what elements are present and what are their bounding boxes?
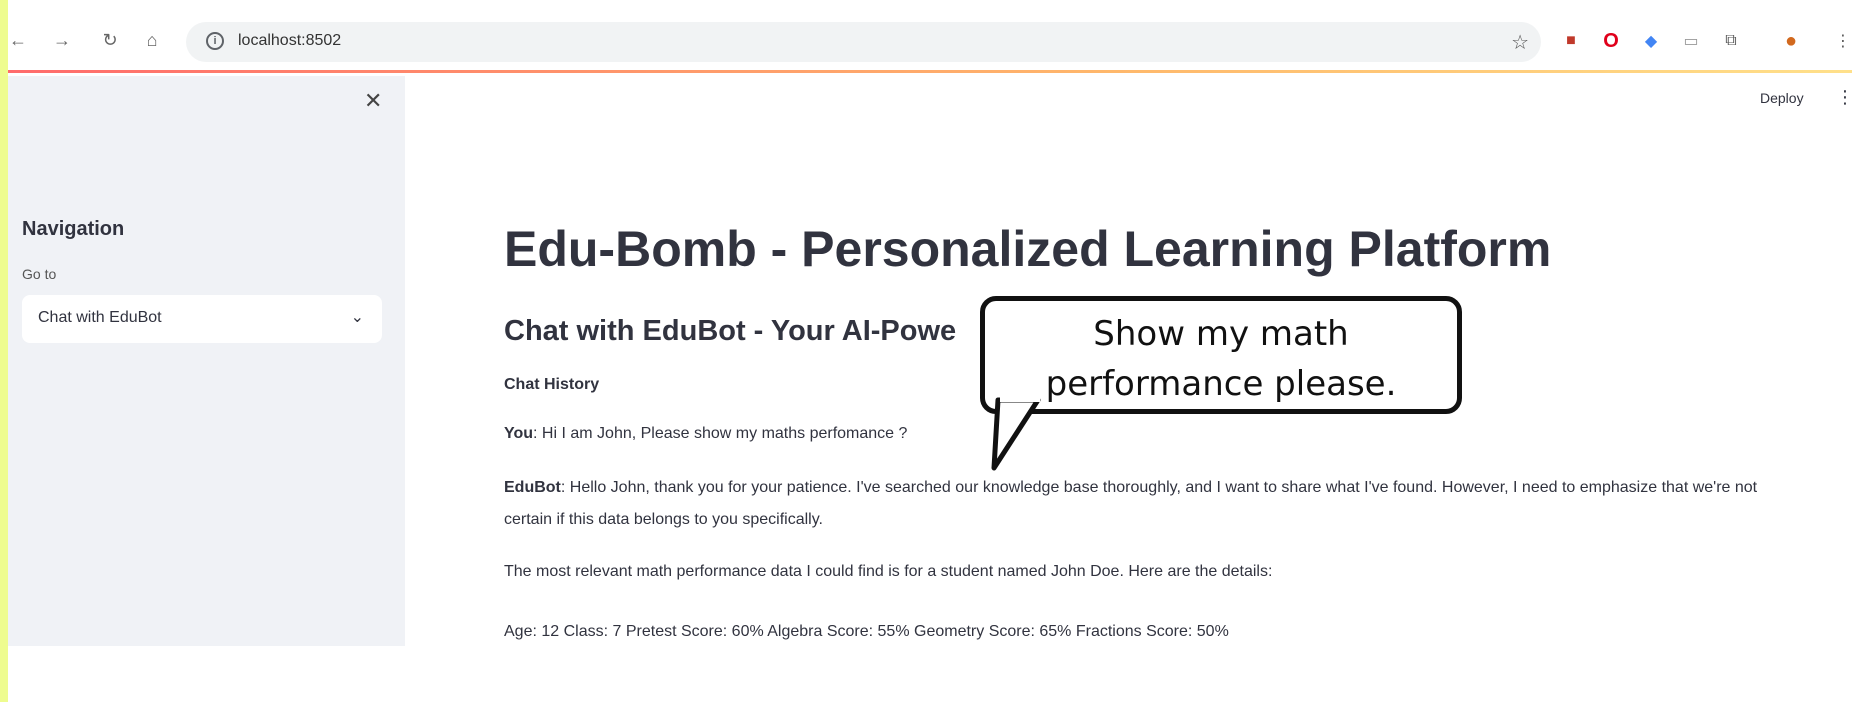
site-info-icon[interactable]: i xyxy=(206,32,224,50)
extension-briefcase-icon[interactable]: ■ xyxy=(1560,30,1582,52)
sidebar-title: Navigation xyxy=(22,218,125,240)
url-text[interactable]: localhost:8502 xyxy=(238,32,341,50)
address-bar[interactable]: i localhost:8502 ☆ xyxy=(186,22,1541,62)
bot-performance-details: Age: 12 Class: 7 Pretest Score: 60% Alge… xyxy=(504,623,1229,640)
bookmark-star-icon[interactable]: ☆ xyxy=(1511,30,1529,55)
browser-toolbar: ← → ↻ ⌂ i localhost:8502 ☆ ■ O ◆ ▭ ⧉ ● ⋮ xyxy=(8,0,1852,76)
app-menu-icon[interactable]: ⋮ xyxy=(1836,88,1852,106)
back-arrow-icon[interactable]: ← xyxy=(8,30,28,50)
chevron-down-icon: ⌄ xyxy=(350,309,364,326)
section-subtitle: Chat with EduBot - Your AI-Powe xyxy=(504,315,957,347)
message-speaker: EduBot xyxy=(504,479,561,496)
sidebar: ✕ Navigation Go to Chat with EduBot ⌄ xyxy=(8,76,405,646)
callout-text: Show my math performance please. xyxy=(985,309,1457,409)
page-select-value: Chat with EduBot xyxy=(38,309,162,326)
forward-arrow-icon[interactable]: → xyxy=(52,30,72,50)
page-select[interactable]: Chat with EduBot ⌄ xyxy=(22,295,382,343)
page-load-accent-bar xyxy=(8,70,1852,73)
speech-bubble-tail xyxy=(991,396,1041,471)
message-speaker: You xyxy=(504,425,534,442)
close-icon[interactable]: ✕ xyxy=(364,90,382,112)
profile-avatar-icon[interactable]: ● xyxy=(1780,30,1802,52)
puzzle-extensions-icon[interactable]: ⧉ xyxy=(1720,30,1742,52)
callout-line-1: Show my math xyxy=(1093,314,1349,354)
goto-label: Go to xyxy=(22,266,57,282)
opera-icon[interactable]: O xyxy=(1600,30,1622,52)
chat-history-label: Chat History xyxy=(504,376,600,393)
reload-icon[interactable]: ↻ xyxy=(100,30,120,50)
deploy-button[interactable]: Deploy xyxy=(1760,90,1804,106)
message-text: : Hello John, thank you for your patienc… xyxy=(504,479,1758,528)
home-icon[interactable]: ⌂ xyxy=(142,30,162,50)
browser-menu-icon[interactable]: ⋮ xyxy=(1832,30,1852,52)
chat-message-user: You: Hi I am John, Please show my maths … xyxy=(504,418,1804,450)
browser-window: ← → ↻ ⌂ i localhost:8502 ☆ ■ O ◆ ▭ ⧉ ● ⋮… xyxy=(8,0,1852,702)
chat-message-bot: EduBot: Hello John, thank you for your p… xyxy=(504,472,1804,536)
translate-extension-icon[interactable]: ◆ xyxy=(1640,30,1662,52)
page-title: Edu-Bomb - Personalized Learning Platfor… xyxy=(504,221,1552,277)
message-text: : Hi I am John, Please show my maths per… xyxy=(533,425,908,442)
bot-paragraph: The most relevant math performance data … xyxy=(504,563,1273,580)
document-extension-icon[interactable]: ▭ xyxy=(1680,30,1702,52)
